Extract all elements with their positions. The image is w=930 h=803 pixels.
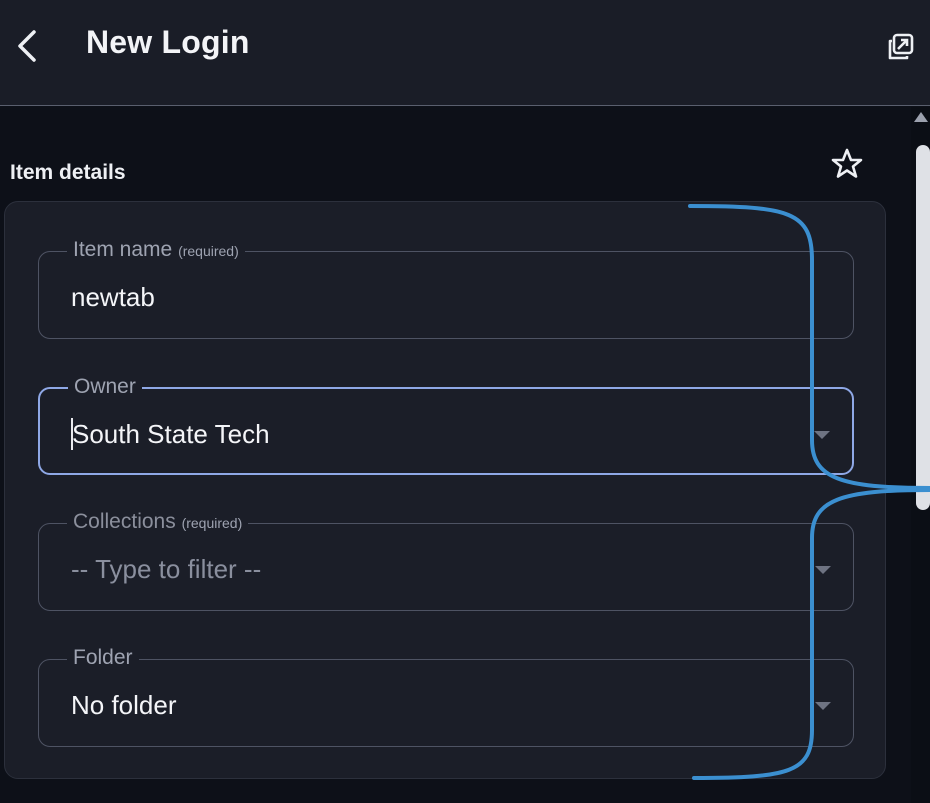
popout-window-icon — [888, 33, 914, 60]
folder-select[interactable]: Folder No folder — [38, 645, 854, 747]
required-marker: (required) — [178, 243, 239, 259]
collections-select[interactable]: Collections (required) -- Type to filter… — [38, 509, 854, 611]
popout-button[interactable] — [884, 30, 918, 64]
folder-value[interactable]: No folder — [71, 690, 177, 721]
item-name-label-text: Item name — [73, 238, 173, 261]
favorite-button[interactable] — [830, 147, 864, 181]
chevron-down-icon[interactable] — [815, 566, 831, 574]
owner-select[interactable]: Owner South State Tech — [38, 374, 854, 475]
collections-filter-input[interactable]: -- Type to filter -- — [71, 554, 261, 585]
header-bar: New Login — [0, 0, 930, 106]
scroll-up-arrow-icon[interactable] — [914, 112, 928, 122]
collections-label: Collections (required) — [67, 509, 249, 536]
back-button[interactable] — [10, 26, 46, 66]
owner-value[interactable]: South State Tech — [72, 419, 270, 450]
section-title: Item details — [10, 161, 126, 184]
chevron-down-icon[interactable] — [815, 702, 831, 710]
owner-label: Owner — [68, 374, 142, 400]
folder-label: Folder — [67, 645, 139, 671]
item-name-field[interactable]: Item name (required) newtab — [38, 237, 854, 339]
collections-label-text: Collections — [73, 510, 176, 533]
required-marker: (required) — [181, 515, 243, 531]
scrollbar-thumb[interactable] — [916, 145, 930, 510]
chevron-left-icon — [18, 30, 36, 62]
star-outline-icon — [831, 148, 863, 178]
page-title: New Login — [86, 24, 250, 60]
chevron-down-icon[interactable] — [814, 431, 830, 439]
item-name-input[interactable]: newtab — [71, 282, 155, 313]
item-name-label: Item name (required) — [67, 237, 245, 264]
